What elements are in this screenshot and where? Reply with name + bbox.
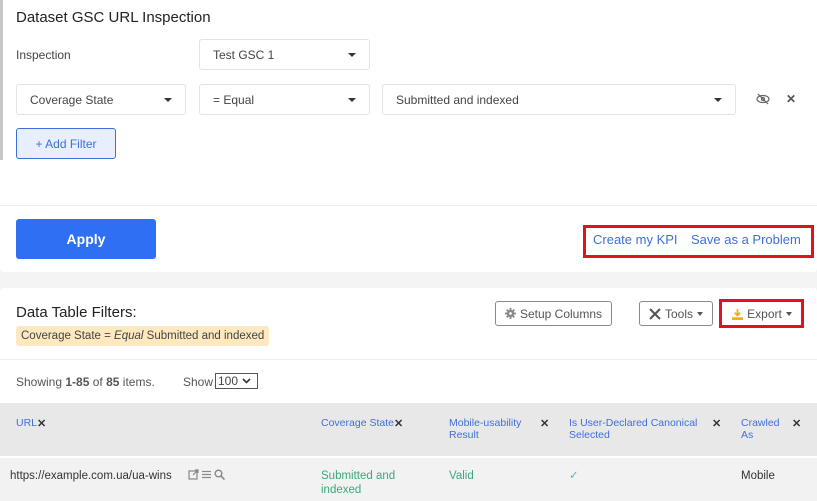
showing-of: of bbox=[89, 375, 107, 389]
filter-field-select[interactable]: Coverage State bbox=[16, 84, 186, 115]
add-filter-button[interactable]: + Add Filter bbox=[16, 128, 116, 159]
remove-filter-button[interactable]: ✕ bbox=[784, 91, 798, 107]
setup-columns-label: Setup Columns bbox=[519, 306, 603, 321]
filter-operator-select[interactable]: = Equal bbox=[199, 84, 370, 115]
data-table-panel: Data Table Filters: Coverage State = Equ… bbox=[0, 288, 817, 501]
search-icon[interactable] bbox=[214, 469, 225, 480]
caret-down-icon bbox=[785, 312, 792, 316]
remove-column-canonical-icon[interactable]: ✕ bbox=[712, 417, 721, 430]
apply-panel: Apply Create my KPI Save as a Problem bbox=[0, 205, 817, 272]
tools-dropdown[interactable]: Tools bbox=[639, 301, 713, 326]
chip-operator: Equal bbox=[114, 330, 144, 342]
remove-column-url-icon[interactable]: ✕ bbox=[37, 417, 46, 430]
cell-coverage-state: Submitted and indexed bbox=[321, 470, 396, 496]
inspection-label: Inspection bbox=[16, 48, 71, 62]
chevron-down-icon bbox=[164, 98, 172, 102]
setup-columns-button[interactable]: Setup Columns bbox=[495, 301, 612, 326]
export-label: Export bbox=[747, 307, 782, 321]
chevron-down-icon bbox=[348, 53, 356, 57]
page-size-select[interactable]: 100 bbox=[215, 373, 258, 389]
table-row: https://example.com.ua/ua-wins Submitted… bbox=[0, 458, 817, 501]
chevron-down-icon bbox=[242, 378, 251, 384]
download-icon bbox=[732, 308, 744, 320]
chip-value: Submitted and indexed bbox=[143, 330, 265, 342]
chip-field: Coverage State = bbox=[21, 330, 115, 342]
create-kpi-link[interactable]: Create my KPI bbox=[593, 232, 678, 247]
showing-total: 85 bbox=[106, 375, 120, 389]
filter-value: Submitted and indexed bbox=[396, 92, 519, 107]
pagination-summary: Showing 1-85 of 85 items. bbox=[16, 375, 155, 389]
apply-button[interactable]: Apply bbox=[16, 219, 156, 259]
page-title: Dataset GSC URL Inspection bbox=[16, 9, 211, 26]
column-header-url[interactable]: URL bbox=[16, 417, 37, 429]
tools-label: Tools bbox=[664, 306, 693, 321]
cell-canonical-check-icon: ✓ bbox=[569, 470, 579, 482]
divider bbox=[0, 359, 817, 360]
cell-url: https://example.com.ua/ua-wins bbox=[10, 470, 172, 482]
close-icon: ✕ bbox=[785, 92, 797, 106]
column-header-crawled-as[interactable]: Crawled As bbox=[741, 417, 786, 441]
list-icon[interactable] bbox=[201, 469, 212, 480]
remove-column-mobile-icon[interactable]: ✕ bbox=[540, 417, 549, 430]
showing-prefix: Showing bbox=[16, 375, 66, 389]
eye-slash-icon bbox=[756, 93, 770, 105]
filter-field-value: Coverage State bbox=[30, 92, 114, 107]
column-header-coverage-state[interactable]: Coverage State bbox=[321, 417, 394, 429]
column-header-canonical[interactable]: Is User-Declared Canonical Selected bbox=[569, 417, 704, 441]
row-actions bbox=[188, 469, 225, 480]
left-accent-bar bbox=[0, 0, 3, 160]
show-label: Show bbox=[183, 375, 214, 389]
remove-column-crawled-icon[interactable]: ✕ bbox=[792, 417, 801, 430]
showing-range: 1-85 bbox=[65, 375, 90, 389]
chevron-down-icon bbox=[714, 98, 722, 102]
cell-mobile-usability: Valid bbox=[449, 470, 474, 482]
showing-suffix: items. bbox=[119, 375, 155, 389]
inspection-select[interactable]: Test GSC 1 bbox=[199, 39, 370, 70]
save-problem-link[interactable]: Save as a Problem bbox=[691, 232, 801, 247]
column-header-mobile-usability[interactable]: Mobile-usability Result bbox=[449, 417, 529, 441]
page-size-value: 100 bbox=[218, 374, 239, 388]
filter-value-select[interactable]: Submitted and indexed bbox=[382, 84, 736, 115]
chevron-down-icon bbox=[348, 98, 356, 102]
filter-operator-value: = Equal bbox=[213, 92, 255, 107]
remove-column-coverage-icon[interactable]: ✕ bbox=[394, 417, 403, 430]
data-table-filters-title: Data Table Filters: bbox=[16, 304, 137, 321]
cell-crawled-as: Mobile bbox=[741, 470, 775, 482]
table-header: URL ✕ Coverage State ✕ Mobile-usability … bbox=[0, 403, 817, 456]
gear-icon bbox=[504, 308, 516, 319]
external-link-icon[interactable] bbox=[188, 469, 199, 480]
dataset-filter-panel: Dataset GSC URL Inspection Inspection Te… bbox=[0, 0, 817, 205]
tools-icon bbox=[649, 307, 661, 320]
export-dropdown[interactable]: Export bbox=[724, 304, 800, 324]
inspection-select-value: Test GSC 1 bbox=[213, 47, 275, 62]
caret-down-icon bbox=[697, 311, 703, 316]
active-filter-chip: Coverage State = Equal Submitted and ind… bbox=[16, 326, 270, 346]
hide-filter-button[interactable] bbox=[754, 91, 772, 107]
